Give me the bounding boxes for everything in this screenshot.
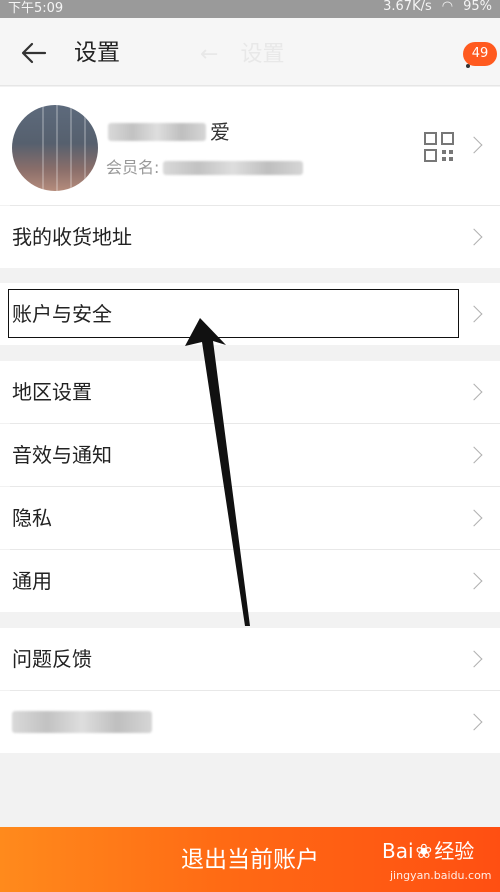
menu-feedback-label: 问题反馈 <box>12 647 92 671</box>
menu-feedback[interactable]: 问题反馈 <box>0 628 500 690</box>
watermark-url: jingyan.baidu.com <box>390 869 492 882</box>
watermark-text: 经验 <box>434 839 475 863</box>
qr-code-icon <box>424 132 454 162</box>
member-label: 会员名: <box>106 158 160 177</box>
battery-level: 95% <box>463 0 492 14</box>
baidu-watermark: Bai ❀ 经验 <box>382 839 474 863</box>
watermark-logo: Bai <box>382 839 414 863</box>
menu-privacy-label: 隐私 <box>12 506 52 530</box>
notification-badge: 49 <box>463 42 497 66</box>
chevron-right-icon <box>465 713 483 731</box>
top-bar: 设置 ← 设置 49 <box>0 18 500 86</box>
chevron-right-icon <box>465 572 483 590</box>
avatar[interactable] <box>12 105 98 191</box>
ghost-title: ← 设置 <box>200 40 284 70</box>
logout-bar: 退出当前账户 Bai ❀ 经验 jingyan.baidu.com <box>0 827 500 892</box>
qr-code-button[interactable] <box>424 132 454 162</box>
arrow-left-icon <box>21 42 47 64</box>
chevron-right-icon <box>465 509 483 527</box>
member-name: 会员名: <box>106 156 304 180</box>
ghost-arrow-icon: ← <box>200 42 219 67</box>
highlight-box <box>8 289 459 338</box>
status-bar: 下午5:09 3.67K/s ◠ 95% <box>0 0 500 18</box>
logout-button[interactable]: 退出当前账户 <box>150 841 350 879</box>
nickname-blurred <box>108 123 206 141</box>
chevron-right-icon <box>465 383 483 401</box>
menu-privacy[interactable]: 隐私 <box>0 487 500 549</box>
menu-sound-label: 音效与通知 <box>12 443 112 467</box>
nickname: 爱 <box>108 118 230 146</box>
menu-general[interactable]: 通用 <box>0 550 500 612</box>
menu-general-label: 通用 <box>12 569 52 593</box>
network-speed: 3.67K/s <box>383 0 432 14</box>
ghost-title-text: 设置 <box>240 42 285 67</box>
nickname-suffix: 爱 <box>210 120 230 144</box>
menu-address[interactable]: 我的收货地址 <box>0 206 500 268</box>
menu-region-label: 地区设置 <box>12 380 92 404</box>
member-name-blurred <box>163 161 304 175</box>
menu-sound[interactable]: 音效与通知 <box>0 424 500 486</box>
paw-icon: ❀ <box>415 839 433 863</box>
wifi-icon: ◠ <box>441 0 454 14</box>
back-button[interactable] <box>18 38 50 68</box>
menu-region[interactable]: 地区设置 <box>0 361 500 423</box>
chevron-right-icon <box>465 650 483 668</box>
page-title: 设置 <box>74 40 120 66</box>
menu-address-label: 我的收货地址 <box>12 225 132 249</box>
status-time: 下午5:09 <box>8 0 64 16</box>
chevron-right-icon <box>465 446 483 464</box>
menu-about[interactable] <box>0 691 500 753</box>
status-indicators: 3.67K/s ◠ 95% <box>383 0 492 14</box>
chevron-right-icon <box>465 228 483 246</box>
chevron-right-icon <box>465 305 483 323</box>
menu-about-blurred <box>12 711 152 733</box>
